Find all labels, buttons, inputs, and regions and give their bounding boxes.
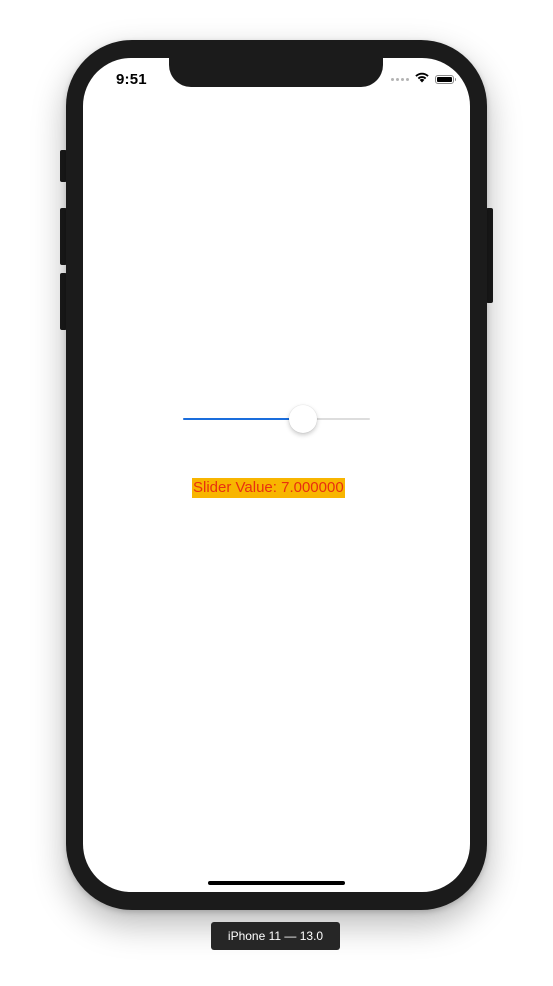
value-slider[interactable]: [183, 405, 370, 433]
battery-icon: [435, 74, 456, 84]
status-bar-time: 9:51: [116, 71, 147, 88]
status-bar-icons: [391, 70, 456, 88]
home-indicator: [208, 881, 345, 885]
notch: [169, 58, 383, 87]
slider-value-label: Slider Value: 7.000000: [192, 478, 345, 498]
device-screen: 9:51 Slider Value: 7.000000: [83, 58, 470, 892]
wifi-icon: [414, 70, 430, 88]
slider-min-track: [183, 418, 303, 420]
cellular-signal-icon: [391, 77, 409, 81]
device-caption: iPhone 11 — 13.0: [211, 922, 340, 950]
slider-thumb[interactable]: [288, 405, 317, 433]
power-button: [486, 208, 493, 303]
